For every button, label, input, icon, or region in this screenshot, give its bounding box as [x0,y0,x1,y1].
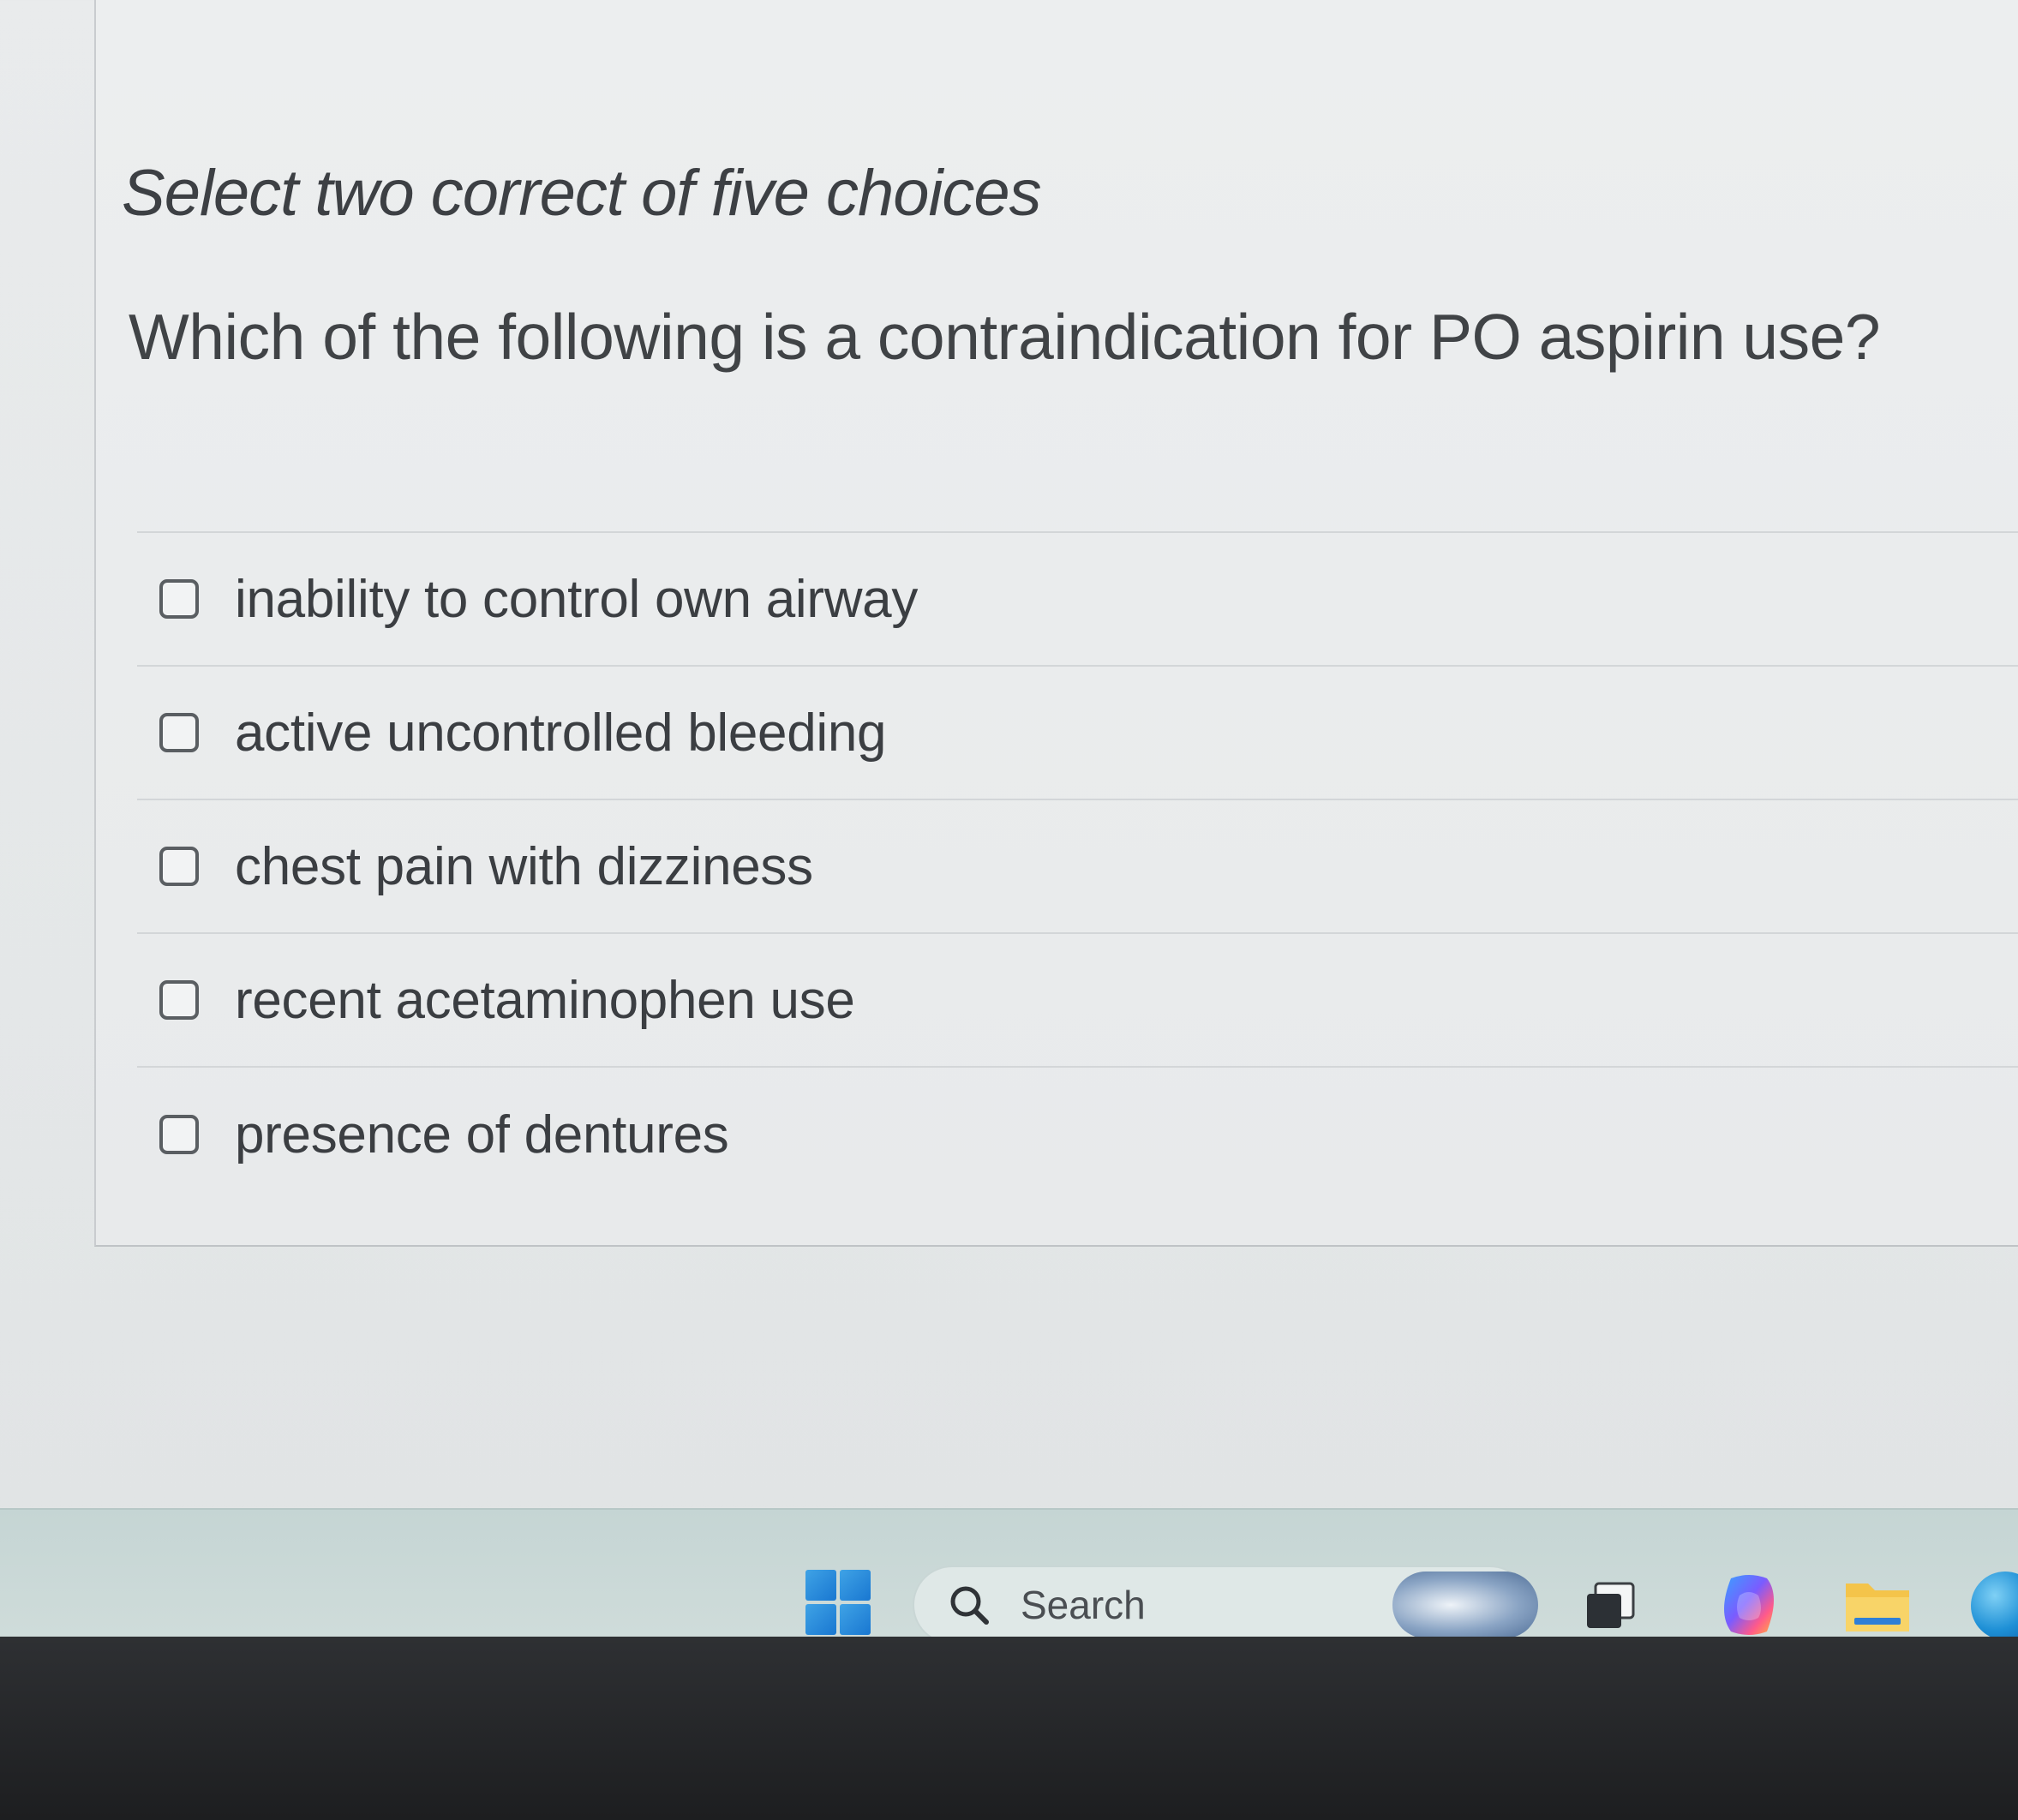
checkbox[interactable] [159,980,199,1020]
answer-option[interactable]: inability to control own airway [137,533,2018,667]
question-instruction: Select two correct of five choices [122,157,1042,230]
task-view-icon[interactable] [1584,1580,1637,1631]
search-icon [950,1586,989,1625]
widgets-icon[interactable] [1392,1572,1538,1638]
answer-option[interactable]: active uncontrolled bleeding [137,667,2018,800]
taskbar: Search [0,1508,2018,1644]
option-label: active uncontrolled bleeding [235,703,887,763]
monitor-bezel [0,1637,2018,1820]
answer-option[interactable]: chest pain with dizziness [137,800,2018,934]
windows-start-icon[interactable] [805,1570,871,1635]
checkbox[interactable] [159,579,199,619]
answer-options: inability to control own airway active u… [137,531,2018,1201]
option-label: presence of dentures [235,1105,729,1164]
edge-icon[interactable] [1971,1572,2018,1640]
option-label: chest pain with dizziness [235,836,813,896]
checkbox[interactable] [159,847,199,886]
search-label: Search [1021,1583,1146,1627]
option-label: recent acetaminophen use [235,970,855,1030]
checkbox[interactable] [159,713,199,752]
answer-option[interactable]: recent acetaminophen use [137,934,2018,1068]
answer-option[interactable]: presence of dentures [137,1068,2018,1201]
checkbox[interactable] [159,1115,199,1154]
option-label: inability to control own airway [235,569,919,629]
file-explorer-icon[interactable] [1842,1575,1913,1638]
question-prompt: Which of the following is a contraindica… [129,301,1881,373]
copilot-icon[interactable] [1714,1570,1784,1640]
